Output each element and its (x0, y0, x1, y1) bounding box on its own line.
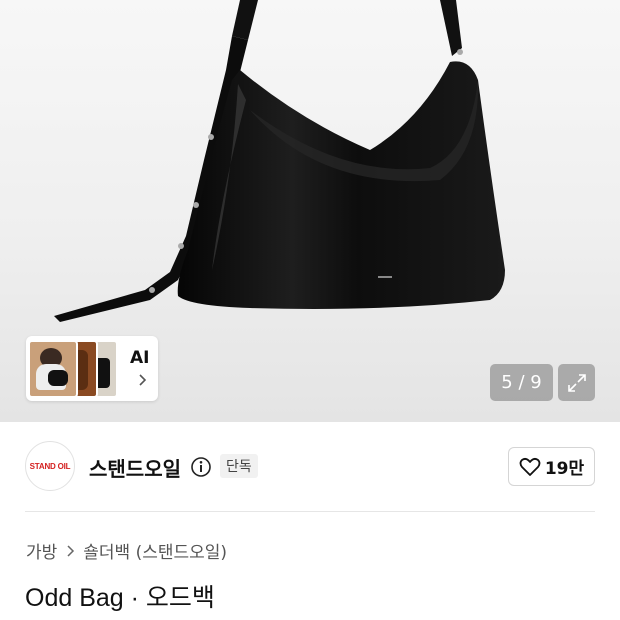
breadcrumb: 가방 숄더백 (스탠드오일) (26, 538, 227, 563)
brand-row: STAND OIL 스탠드오일 단독 19만 (0, 422, 620, 512)
exclusive-badge: 단독 (220, 454, 258, 478)
divider (25, 511, 595, 512)
style-thumbnail (28, 340, 78, 398)
product-title: Odd Bag · 오드백 (25, 584, 215, 612)
image-counter: 5 / 9 (490, 364, 553, 401)
ai-label: AI (130, 348, 150, 368)
info-icon[interactable] (190, 456, 212, 478)
breadcrumb-item-shoulder-bags[interactable]: 숄더백 (스탠드오일) (83, 538, 227, 563)
product-image-gallery[interactable]: AI 5 / 9 (0, 0, 620, 422)
like-button[interactable]: 19만 (508, 447, 595, 486)
brand-logo-text: STAND OIL (29, 461, 71, 471)
expand-button[interactable] (558, 364, 595, 401)
chevron-right-icon (67, 544, 75, 557)
ai-style-card[interactable]: AI (26, 336, 158, 401)
chevron-right-icon (139, 374, 147, 386)
brand-name[interactable]: 스탠드오일 (89, 453, 181, 482)
style-thumbnails (28, 340, 120, 398)
brand-logo[interactable]: STAND OIL (25, 441, 75, 491)
expand-icon (567, 373, 586, 392)
like-count: 19만 (544, 459, 585, 479)
breadcrumb-item-bags[interactable]: 가방 (26, 538, 57, 563)
heart-icon (519, 457, 541, 476)
